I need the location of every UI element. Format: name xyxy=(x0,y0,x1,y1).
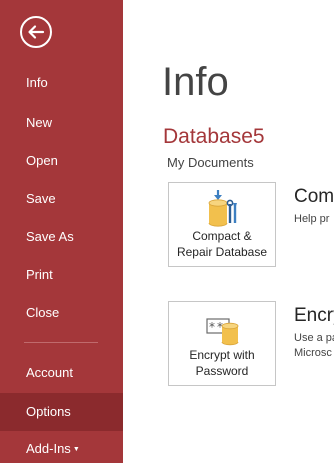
nav-item-account[interactable]: Account xyxy=(0,355,123,391)
nav-item-open[interactable]: Open xyxy=(0,143,123,179)
nav-item-add-ins-label: Add-Ins xyxy=(26,441,71,456)
encrypt-section-heading: Encry xyxy=(294,305,334,326)
back-arrow-icon xyxy=(28,25,45,39)
svg-text:*: * xyxy=(209,320,215,334)
page-title: Info xyxy=(162,60,229,104)
backstage-nav: Info New Open Save Save As Print Close A… xyxy=(0,0,123,463)
nav-item-save-as[interactable]: Save As xyxy=(0,219,123,255)
nav-item-save[interactable]: Save xyxy=(0,181,123,217)
encrypt-password-label-line1: Encrypt with xyxy=(189,348,255,362)
nav-item-options[interactable]: Options xyxy=(0,393,123,431)
encrypt-password-label-line2: Password xyxy=(195,364,249,378)
compact-repair-label: Compact & Repair Database xyxy=(169,228,275,260)
encrypt-lock-icon: * * xyxy=(206,318,239,346)
compact-section-description: Help pr xyxy=(294,213,330,225)
encrypt-password-button[interactable]: * * Encrypt with Password xyxy=(168,301,276,386)
nav-item-new[interactable]: New xyxy=(0,105,123,141)
encrypt-password-label: Encrypt with Password xyxy=(169,347,275,379)
nav-separator xyxy=(24,342,98,343)
encrypt-section-description-line1: Use a pa xyxy=(294,332,334,344)
compact-repair-icon xyxy=(208,190,237,227)
compact-section-heading: Com xyxy=(294,186,334,207)
back-button[interactable] xyxy=(20,16,52,48)
encrypt-section-description-line2: Microsc xyxy=(294,347,332,359)
nav-item-add-ins[interactable]: Add-Ins ▼ xyxy=(0,431,123,467)
database-name: Database5 xyxy=(163,125,265,148)
compact-repair-button[interactable]: Compact & Repair Database xyxy=(168,182,276,267)
dropdown-caret-icon: ▼ xyxy=(72,446,80,453)
database-location[interactable]: My Documents xyxy=(167,154,254,171)
nav-item-info[interactable]: Info xyxy=(0,65,123,101)
nav-item-print[interactable]: Print xyxy=(0,257,123,293)
nav-item-close[interactable]: Close xyxy=(0,295,123,331)
compact-repair-label-line1: Compact & xyxy=(192,229,252,243)
compact-repair-label-line2: Repair Database xyxy=(176,245,268,259)
